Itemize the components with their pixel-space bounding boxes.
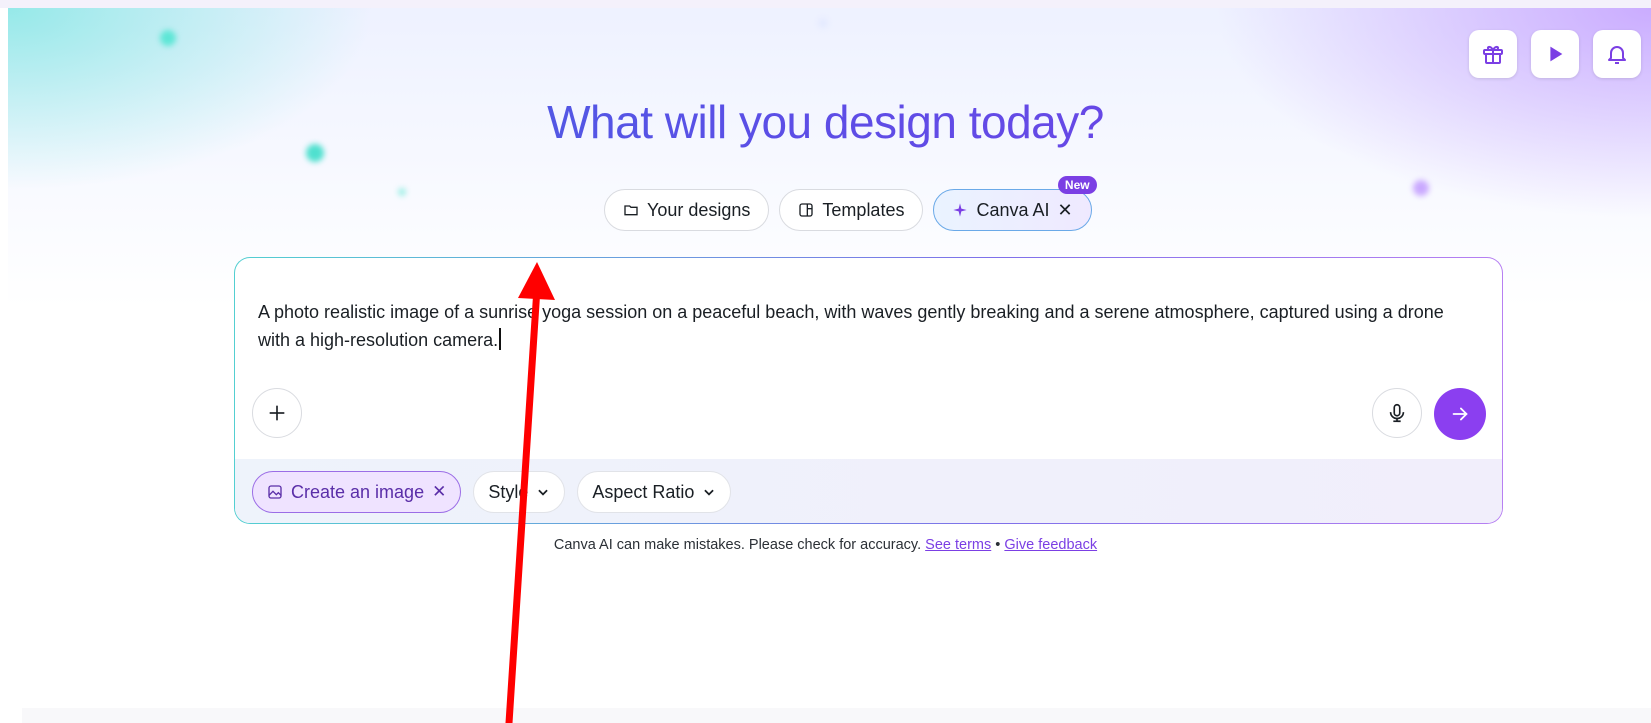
create-image-chip[interactable]: Create an image ✕ bbox=[252, 471, 462, 513]
mode-tabs: Your designs Templates New Canva AI ✕ bbox=[604, 176, 1097, 231]
sparkle-icon bbox=[953, 203, 968, 217]
sparkle-decoration bbox=[818, 18, 828, 28]
prompt-input[interactable]: A photo realistic image of a sunrise yog… bbox=[258, 298, 1458, 354]
prompt-options-bar: Create an image ✕ Style Aspect Ratio bbox=[235, 459, 1502, 523]
tab-canva-ai[interactable]: New Canva AI ✕ bbox=[933, 176, 1097, 231]
style-dropdown[interactable]: Style bbox=[473, 471, 566, 513]
chevron-down-icon bbox=[538, 489, 549, 496]
sparkle-decoration bbox=[160, 30, 176, 46]
tab-label: Templates bbox=[822, 199, 905, 220]
see-terms-link[interactable]: See terms bbox=[925, 537, 991, 553]
ai-disclaimer: Canva AI can make mistakes. Please check… bbox=[0, 537, 1651, 553]
arrow-right-icon bbox=[1452, 407, 1468, 421]
separator: • bbox=[995, 537, 1001, 553]
tab-your-designs[interactable]: Your designs bbox=[604, 189, 770, 231]
footer-strip bbox=[22, 708, 1651, 723]
page-title: What will you design today? bbox=[0, 95, 1651, 149]
image-icon bbox=[268, 485, 282, 499]
bell-icon bbox=[1608, 46, 1626, 64]
gift-button[interactable] bbox=[1469, 30, 1517, 78]
prompt-box: A photo realistic image of a sunrise yog… bbox=[234, 257, 1503, 524]
text-caret bbox=[499, 328, 502, 350]
chip-label: Style bbox=[488, 481, 529, 502]
chip-label: Create an image bbox=[291, 481, 425, 502]
submit-prompt-button[interactable] bbox=[1434, 388, 1486, 440]
microphone-button[interactable] bbox=[1372, 388, 1422, 438]
chevron-down-icon bbox=[704, 489, 715, 496]
microphone-icon bbox=[1389, 403, 1405, 423]
template-icon bbox=[799, 203, 814, 217]
top-right-actions bbox=[1469, 30, 1641, 78]
prompt-text: A photo realistic image of a sunrise yog… bbox=[258, 302, 1444, 350]
new-badge: New bbox=[1057, 176, 1097, 194]
sparkle-decoration bbox=[398, 188, 406, 196]
plus-icon bbox=[269, 405, 285, 421]
notifications-button[interactable] bbox=[1593, 30, 1641, 78]
chip-label: Aspect Ratio bbox=[592, 481, 695, 502]
aspect-ratio-dropdown[interactable]: Aspect Ratio bbox=[577, 471, 732, 513]
tab-label: Canva AI bbox=[976, 199, 1050, 220]
add-attachment-button[interactable] bbox=[252, 388, 302, 438]
disclaimer-text: Canva AI can make mistakes. Please check… bbox=[553, 537, 922, 553]
top-strip bbox=[0, 0, 1651, 8]
close-icon[interactable]: ✕ bbox=[432, 482, 446, 502]
sparkle-decoration bbox=[1413, 180, 1429, 196]
tab-label: Your designs bbox=[647, 199, 751, 220]
tab-templates[interactable]: Templates bbox=[779, 189, 924, 231]
play-icon bbox=[1550, 46, 1563, 62]
folder-icon bbox=[624, 205, 638, 216]
give-feedback-link[interactable]: Give feedback bbox=[1004, 537, 1097, 553]
gift-icon bbox=[1483, 46, 1503, 64]
play-button[interactable] bbox=[1531, 30, 1579, 78]
close-icon[interactable]: ✕ bbox=[1058, 200, 1073, 221]
